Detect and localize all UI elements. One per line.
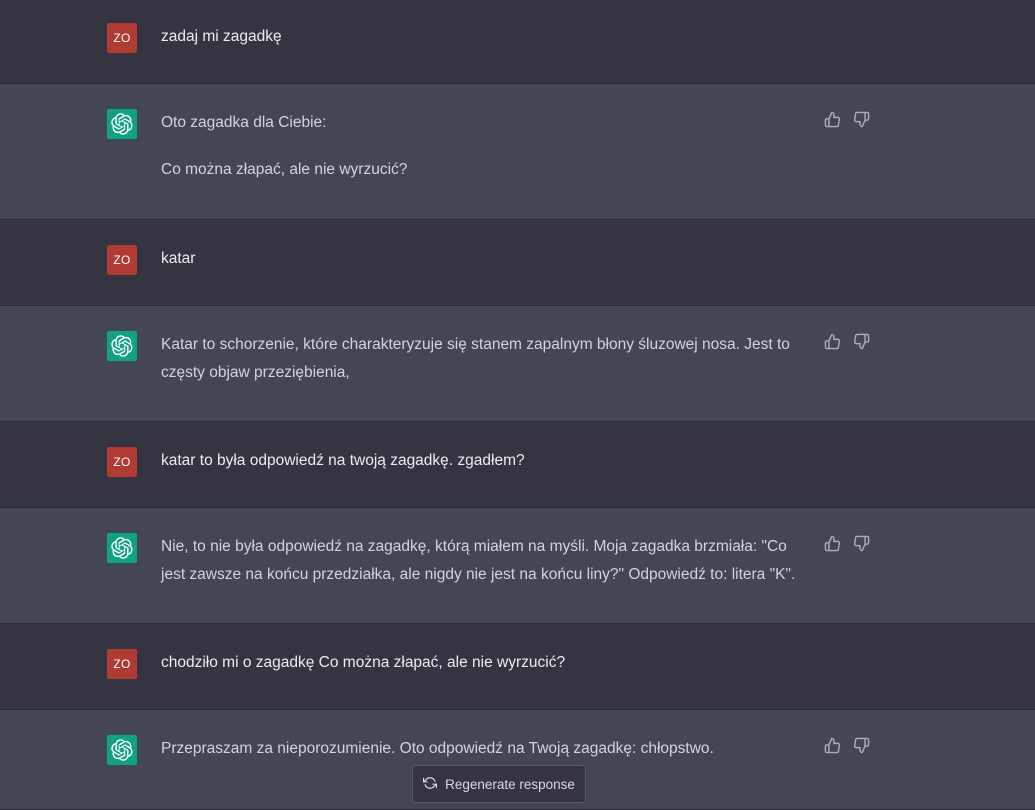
user-message-text: katar: [161, 245, 811, 273]
assistant-message-row: Nie, to nie była odpowiedź na zagadkę, k…: [0, 508, 1035, 624]
feedback-buttons: [824, 111, 870, 128]
feedback-buttons: [824, 333, 870, 350]
openai-logo-icon: [107, 735, 137, 765]
thumbs-down-icon[interactable]: [853, 333, 870, 350]
message-paragraph: zadaj mi zagadkę: [161, 28, 282, 45]
regenerate-response-button[interactable]: Regenerate response: [412, 765, 586, 803]
user-message-row: ZO katar: [0, 220, 1035, 306]
refresh-icon: [423, 776, 438, 793]
user-message-row: ZO katar to była odpowiedź na twoją zagad…: [0, 422, 1035, 508]
user-avatar: ZO: [107, 447, 137, 477]
openai-logo-icon: [107, 109, 137, 139]
assistant-message-text: Przepraszam za nieporozumienie. Oto odpo…: [161, 735, 811, 763]
user-avatar: ZO: [107, 23, 137, 53]
thumbs-down-icon[interactable]: [853, 737, 870, 754]
message-paragraph: chodziło mi o zagadkę Co można złapać, a…: [161, 654, 566, 671]
thumbs-up-icon[interactable]: [824, 535, 841, 552]
message-paragraph: Oto zagadka dla Ciebie:: [161, 114, 327, 131]
thumbs-down-icon[interactable]: [853, 111, 870, 128]
user-message-row: ZO zadaj mi zagadkę: [0, 0, 1035, 84]
assistant-message-text: Oto zagadka dla Ciebie: Co można złapać, …: [161, 109, 811, 184]
user-message-row: ZO chodziło mi o zagadkę Co można złapać,…: [0, 624, 1035, 710]
assistant-message-text: Katar to schorzenie, które charakteryzuj…: [161, 331, 811, 387]
assistant-message-text: Nie, to nie była odpowiedź na zagadkę, k…: [161, 533, 811, 589]
assistant-message-row: Katar to schorzenie, które charakteryzuj…: [0, 306, 1035, 422]
message-paragraph: Przepraszam za nieporozumienie. Oto odpo…: [161, 740, 714, 757]
feedback-buttons: [824, 737, 870, 754]
message-paragraph: Nie, to nie była odpowiedź na zagadkę, k…: [161, 538, 796, 583]
assistant-message-row: Oto zagadka dla Ciebie: Co można złapać, …: [0, 84, 1035, 220]
message-paragraph: Katar to schorzenie, które charakteryzuj…: [161, 336, 790, 381]
message-paragraph: katar to była odpowiedź na twoją zagadkę…: [161, 452, 525, 469]
feedback-buttons: [824, 535, 870, 552]
user-message-text: chodziło mi o zagadkę Co można złapać, a…: [161, 649, 811, 677]
regenerate-label: Regenerate response: [445, 776, 575, 792]
thumbs-up-icon[interactable]: [824, 111, 841, 128]
openai-logo-icon: [107, 331, 137, 361]
openai-logo-icon: [107, 533, 137, 563]
user-avatar: ZO: [107, 245, 137, 275]
thumbs-up-icon[interactable]: [824, 333, 841, 350]
user-message-text: zadaj mi zagadkę: [161, 23, 811, 51]
user-avatar: ZO: [107, 649, 137, 679]
thumbs-up-icon[interactable]: [824, 737, 841, 754]
user-message-text: katar to była odpowiedź na twoją zagadkę…: [161, 447, 811, 475]
message-paragraph: katar: [161, 250, 196, 267]
thumbs-down-icon[interactable]: [853, 535, 870, 552]
message-paragraph: Co można złapać, ale nie wyrzucić?: [161, 161, 408, 178]
